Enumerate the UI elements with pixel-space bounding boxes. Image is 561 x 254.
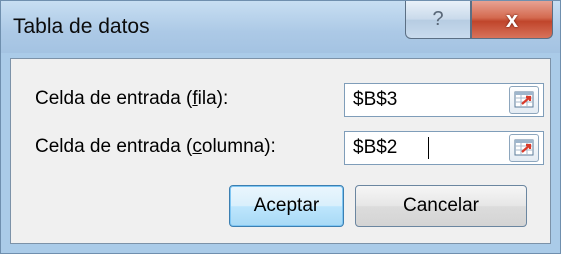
row-input-label: Celda de entrada (fila): [35,88,228,110]
column-input-label: Celda de entrada (columna): [35,136,276,158]
title-bar[interactable]: Tabla de datos ? x [1,1,560,53]
text-caret [428,137,429,159]
dialog-title: Tabla de datos [13,15,150,38]
row-input-value[interactable]: $B$3 [353,89,397,111]
cancel-button[interactable]: Cancelar [355,185,527,227]
ok-button[interactable]: Aceptar [229,185,344,227]
row-input-field[interactable]: $B$3 [344,83,544,117]
column-label-prefix: Celda de entrada ( [35,136,193,157]
row-label-suffix: ila): [197,88,229,109]
column-input-value[interactable]: $B$2 [353,137,397,159]
help-button[interactable]: ? [405,1,471,39]
collapse-dialog-icon [514,139,534,156]
column-label-suffix: olumna): [201,136,276,157]
row-ref-button[interactable] [509,86,539,114]
column-ref-button[interactable] [509,134,539,162]
help-icon: ? [432,8,444,30]
close-button[interactable]: x [471,1,553,39]
close-icon: x [505,6,519,32]
row-label-prefix: Celda de entrada ( [35,88,193,109]
column-label-accesskey: c [192,136,202,157]
column-input-field[interactable]: $B$2 [344,131,544,165]
collapse-dialog-icon [514,91,534,108]
data-table-dialog: Tabla de datos ? x Celda de entrada (fil… [0,0,561,254]
